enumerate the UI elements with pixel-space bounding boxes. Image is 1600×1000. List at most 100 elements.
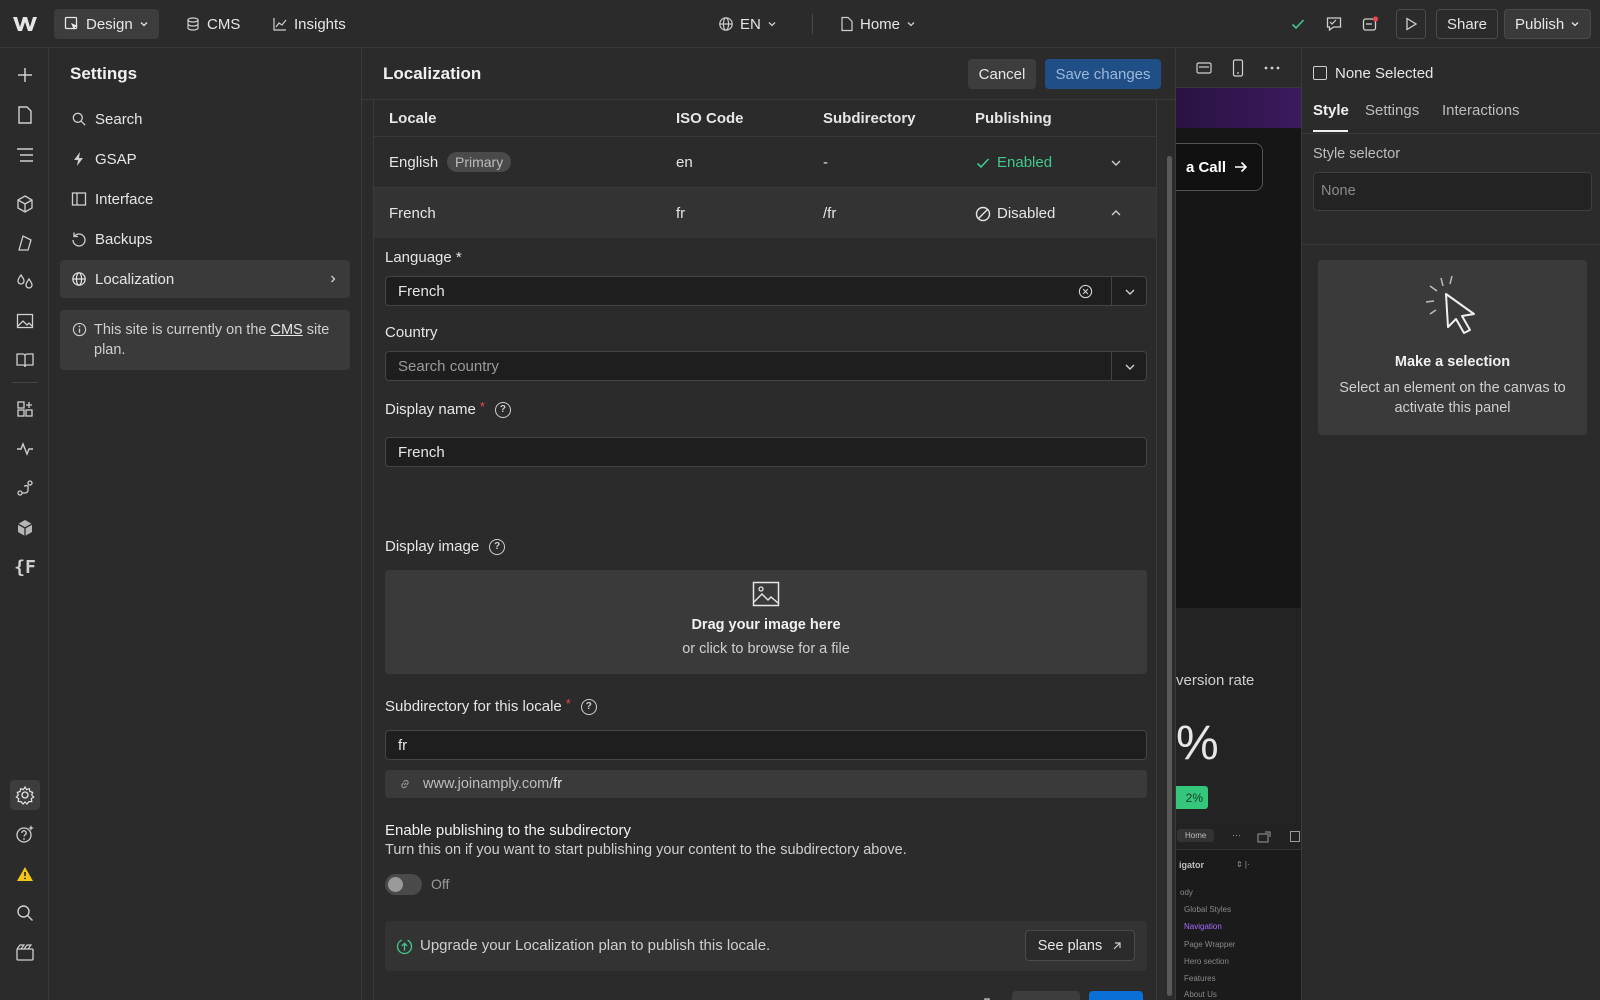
settings-item-search[interactable]: Search xyxy=(60,100,350,138)
link-icon xyxy=(401,779,409,789)
settings-item-gsap[interactable]: GSAP xyxy=(60,140,350,178)
canvas-toolbar xyxy=(1176,48,1301,88)
navigator-icon[interactable] xyxy=(10,140,40,170)
clear-icon[interactable] xyxy=(1078,284,1093,299)
subdir-label: Subdirectory for this locale xyxy=(385,698,562,715)
custom-code-icon[interactable]: {F xyxy=(10,552,40,582)
subdir-url-preview: www.joinamply.com/fr xyxy=(385,770,1147,798)
divider xyxy=(1302,244,1600,245)
design-mode-button[interactable]: Design xyxy=(54,9,159,39)
insights-button[interactable]: Insights xyxy=(262,9,356,39)
disabled-icon xyxy=(975,206,991,222)
settings-item-interface[interactable]: Interface xyxy=(60,180,350,218)
empty-selection-title: Make a selection xyxy=(1394,354,1511,370)
cms-plan-link[interactable]: CMS xyxy=(271,322,303,338)
settings-item-localization[interactable]: Localization xyxy=(60,260,350,298)
assets-icon[interactable] xyxy=(10,306,40,336)
video-tutorials-icon[interactable] xyxy=(10,938,40,968)
add-icon[interactable] xyxy=(10,60,40,90)
cms-button[interactable]: CMS xyxy=(175,9,250,39)
cursor-click-icon xyxy=(1425,275,1475,334)
help-icon[interactable]: ? xyxy=(489,538,506,555)
dropzone-title: Drag your image here xyxy=(691,617,841,633)
style-selector-input[interactable]: None xyxy=(1313,172,1592,211)
country-select[interactable]: Search country xyxy=(385,351,1147,381)
tab-style[interactable]: Style xyxy=(1313,102,1349,119)
panel-icon xyxy=(1290,831,1300,842)
locale-switcher[interactable]: EN xyxy=(708,9,787,39)
tab-settings[interactable]: Settings xyxy=(1365,102,1419,119)
selection-checkbox[interactable] xyxy=(1313,66,1327,80)
help-ai-icon[interactable] xyxy=(10,819,40,849)
style-panel: None Selected Style Settings Interaction… xyxy=(1301,48,1600,1000)
page-switcher[interactable]: Home xyxy=(830,9,926,39)
display-name-input[interactable]: French xyxy=(385,437,1147,467)
cms-label: CMS xyxy=(207,15,241,33)
cursor-icon xyxy=(64,16,78,30)
chevron-down-icon[interactable] xyxy=(1124,362,1136,372)
pages-icon[interactable] xyxy=(10,100,40,130)
book-icon[interactable] xyxy=(10,345,40,375)
help-icon[interactable]: ? xyxy=(494,401,511,418)
search-icon[interactable] xyxy=(10,898,40,928)
help-icon[interactable]: ? xyxy=(580,698,597,715)
upgrade-banner: Upgrade your Localization plan to publis… xyxy=(385,921,1147,971)
mobile-icon[interactable] xyxy=(1232,59,1244,77)
expand-icon xyxy=(1257,831,1271,843)
apps-icon[interactable] xyxy=(10,394,40,424)
form-cancel-button[interactable]: Cancel xyxy=(1012,991,1080,1000)
tablet-landscape-icon[interactable] xyxy=(1196,61,1212,75)
save-changes-button[interactable]: Save changes xyxy=(1045,59,1161,89)
publish-label: Publish xyxy=(1515,15,1565,33)
cancel-button[interactable]: Cancel xyxy=(968,59,1036,89)
subdirectory: /fr xyxy=(823,205,837,222)
settings-item-label: Localization xyxy=(95,270,175,288)
activity-icon[interactable] xyxy=(10,434,40,464)
localization-title: Localization xyxy=(383,64,482,83)
styles-icon[interactable] xyxy=(10,267,40,297)
tab-interactions[interactable]: Interactions xyxy=(1442,102,1520,119)
publish-button[interactable]: Publish xyxy=(1504,9,1592,39)
divider xyxy=(1111,277,1112,305)
table-row[interactable]: English Primary en - Enabled xyxy=(374,137,1156,188)
toggle-knob xyxy=(388,877,403,892)
language-select[interactable]: French xyxy=(385,276,1147,306)
active-tab-indicator xyxy=(1313,130,1348,132)
scrollbar[interactable] xyxy=(1167,156,1172,996)
table-row[interactable]: French fr /fr Disabled xyxy=(374,188,1156,238)
app-updates-icon[interactable] xyxy=(1358,12,1382,36)
database-icon xyxy=(187,17,199,31)
publishing-toggle[interactable] xyxy=(385,874,422,895)
nav-tree-item: ody xyxy=(1180,888,1193,897)
variables-icon[interactable] xyxy=(10,228,40,258)
webflow-logo-icon[interactable] xyxy=(12,12,38,36)
nav-tree-item: About Us xyxy=(1184,990,1217,999)
image-dropzone[interactable]: Drag your image here or click to browse … xyxy=(385,570,1147,674)
preview-button[interactable] xyxy=(1396,9,1426,39)
chevron-up-icon[interactable] xyxy=(1110,208,1122,218)
components-icon[interactable] xyxy=(10,189,40,219)
globe-icon xyxy=(72,272,86,286)
canvas-metric-label: version rate xyxy=(1176,672,1255,689)
warning-icon[interactable] xyxy=(10,859,40,889)
chevron-down-icon[interactable] xyxy=(1110,158,1122,168)
chevron-down-icon[interactable] xyxy=(1124,287,1136,297)
logic-icon[interactable] xyxy=(10,473,40,503)
cube-icon[interactable] xyxy=(10,513,40,543)
primary-badge: Primary xyxy=(447,152,512,172)
publishing-status: Enabled xyxy=(997,154,1053,171)
design-canvas[interactable]: a Call version rate % 2% Home ··· igator… xyxy=(1176,48,1301,1000)
settings-gear-icon[interactable] xyxy=(10,780,40,810)
globe-icon xyxy=(719,17,733,31)
divider xyxy=(12,382,38,383)
subdir-input[interactable]: fr xyxy=(385,730,1147,760)
more-icon[interactable] xyxy=(1264,66,1280,70)
share-button[interactable]: Share xyxy=(1436,9,1499,39)
locale-name: French xyxy=(389,205,436,222)
form-save-button[interactable]: Save xyxy=(1089,991,1143,1000)
comments-icon[interactable] xyxy=(1322,12,1346,36)
enable-publishing-title: Enable publishing to the subdirectory xyxy=(385,822,631,839)
page-label: Home xyxy=(860,15,901,33)
see-plans-button[interactable]: See plans xyxy=(1025,930,1135,961)
settings-item-backups[interactable]: Backups xyxy=(60,220,350,258)
